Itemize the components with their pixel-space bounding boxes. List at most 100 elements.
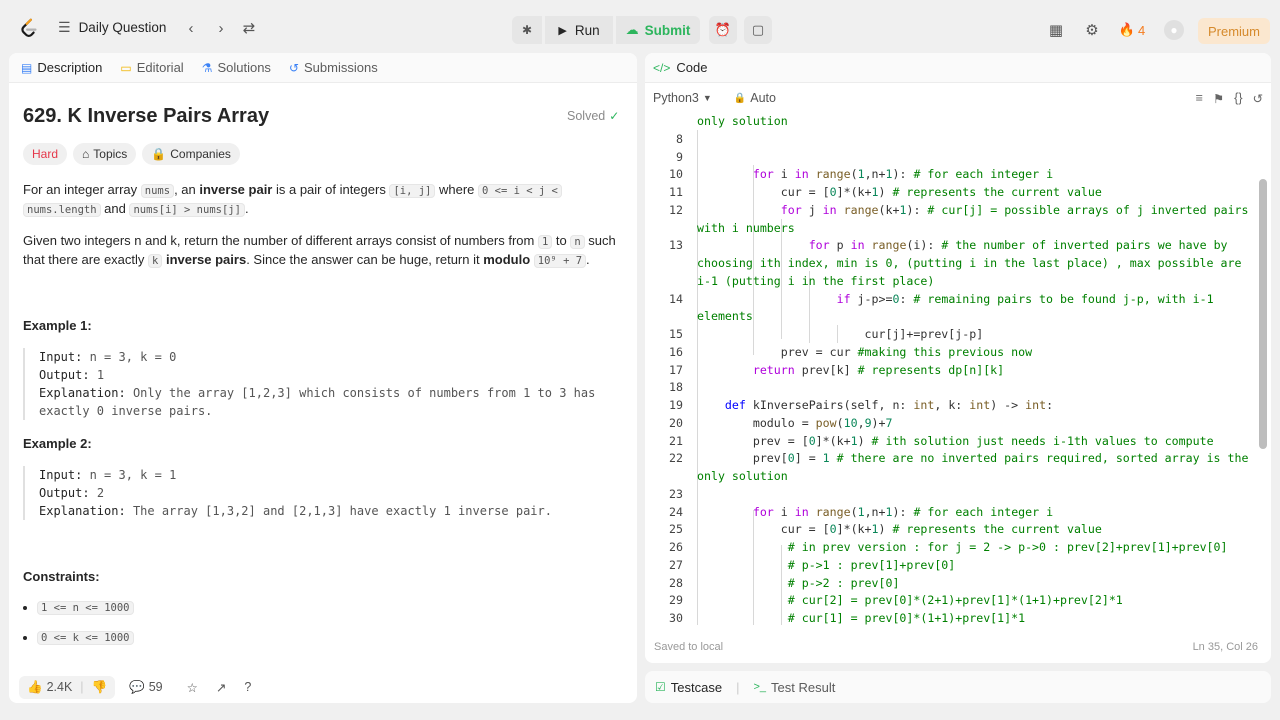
tab-testcase[interactable]: ☑ Testcase	[655, 680, 722, 695]
reset-icon[interactable]: ↺	[1253, 91, 1263, 106]
code-line[interactable]: 11 cur = [0]*(k+1) # represents the curr…	[645, 184, 1257, 201]
code-line[interactable]: 28 # p->2 : prev[0]	[645, 575, 1257, 592]
code-line[interactable]: 15 cur[j]+=prev[j-p]	[645, 326, 1257, 343]
tab-testcase-label: Testcase	[670, 679, 723, 695]
code-line[interactable]: 29 # cur[2] = prev[0]*(2+1)+prev[1]*(1+1…	[645, 592, 1257, 609]
line-number: 23	[669, 486, 683, 501]
bookmark-icon[interactable]: ⚑	[1213, 91, 1224, 106]
code-line[interactable]: 25 cur = [0]*(k+1) # represents the curr…	[645, 521, 1257, 538]
streak-counter[interactable]: 🔥 4	[1117, 21, 1147, 39]
notes-button[interactable]: ▢	[744, 16, 772, 44]
save-status: Saved to local	[654, 641, 724, 653]
comment-icon: 💬	[129, 679, 145, 694]
code-line[interactable]: only solution	[645, 113, 1257, 130]
tab-code[interactable]: Code	[676, 60, 707, 75]
code-line[interactable]: 14 if j-p>=0: # remaining pairs to be fo…	[645, 291, 1257, 308]
timer-button[interactable]: ⏰	[709, 16, 737, 44]
code-text: i-1 (putting i in the first place)	[697, 273, 935, 288]
code-line[interactable]: 8	[645, 131, 1257, 148]
debug-button[interactable]: ✱	[512, 16, 542, 44]
code-line[interactable]: 12 for j in range(k+1): # cur[j] = possi…	[645, 202, 1257, 219]
code-line[interactable]: 23	[645, 486, 1257, 503]
play-icon: ▶	[558, 24, 567, 37]
tab-submissions[interactable]: ↺ Submissions	[289, 60, 378, 75]
code-text: # cur[2] = prev[0]*(2+1)+prev[1]*(1+1)+p…	[787, 593, 1123, 608]
help-icon[interactable]: ?	[244, 680, 251, 694]
line-number: 24	[669, 504, 683, 519]
flask-icon: ⚗	[201, 60, 213, 75]
language-select[interactable]: Python3 ▼	[653, 91, 712, 105]
next-question-icon[interactable]: ›	[212, 19, 230, 37]
code-text: only solution	[697, 469, 788, 483]
user-icon: ●	[1170, 23, 1178, 37]
code-line[interactable]: 10 for i in range(1,n+1): # for each int…	[645, 166, 1257, 183]
constraint-item: 0 <= k <= 1000	[23, 631, 134, 645]
layout-grid-icon[interactable]: ▦	[1047, 21, 1065, 39]
prev-question-icon[interactable]: ‹	[182, 19, 200, 37]
history-icon: ↺	[288, 60, 299, 75]
code-line[interactable]: 21 prev = [0]*(k+1) # ith solution just …	[645, 433, 1257, 450]
daily-question-nav[interactable]: ☰ Daily Question	[58, 19, 166, 36]
submit-button[interactable]: ☁ Submit	[616, 16, 700, 44]
code-line[interactable]: 16 prev = cur #making this previous now	[645, 344, 1257, 361]
thumbs-down-icon[interactable]: 👎	[92, 680, 108, 695]
line-number: 26	[669, 540, 683, 554]
tab-editorial-label: Editorial	[136, 60, 184, 75]
lock-icon: 🔒	[151, 147, 167, 161]
auto-mode[interactable]: 🔒 Auto	[734, 91, 776, 105]
solved-label: Solved	[567, 109, 606, 123]
checkbox-icon: ☑	[655, 680, 666, 694]
line-number: 22	[669, 451, 683, 466]
code-line[interactable]: i-1 (putting i in the first place)	[645, 273, 1257, 290]
problem-title[interactable]: 629. K Inverse Pairs Array	[23, 105, 269, 128]
code-line[interactable]: choosing ith index, min is 0, (putting i…	[645, 255, 1257, 272]
code-line[interactable]: 24 for i in range(1,n+1): # for each int…	[645, 504, 1257, 521]
run-button[interactable]: ▶ Run	[545, 16, 613, 44]
code-editor[interactable]: only solution 8 9 10 for i in range(1,n+1):…	[645, 113, 1257, 625]
document-icon: ▤	[21, 60, 33, 75]
code-line[interactable]: 9	[645, 149, 1257, 166]
leetcode-logo-icon[interactable]	[18, 17, 40, 39]
code-line[interactable]: 13 for p in range(i): # the number of in…	[645, 237, 1257, 254]
check-circle-icon: ✓	[609, 109, 620, 123]
format-icon[interactable]: ≡	[1196, 91, 1203, 106]
code-line[interactable]: with i numbers	[645, 220, 1257, 237]
editor-scrollbar[interactable]	[1259, 179, 1267, 449]
code-line[interactable]: 20 modulo = pow(10,9)+7	[645, 415, 1257, 432]
premium-button[interactable]: Premium	[1198, 18, 1270, 44]
code-line[interactable]: only solution	[645, 468, 1257, 485]
braces-icon[interactable]: {}	[1234, 91, 1242, 106]
code-line[interactable]: 30 # cur[1] = prev[0]*(1+1)+prev[1]*1	[645, 610, 1257, 625]
favorite-star-icon[interactable]: ☆	[187, 680, 198, 695]
comments-button[interactable]: 💬 59	[129, 680, 162, 695]
code-text: for i in range(1,n+1): # for each intege…	[752, 167, 1054, 182]
line-number: 8	[676, 131, 683, 146]
code-line[interactable]: 19 def kInversePairs(self, n: int, k: in…	[645, 397, 1257, 414]
code-text: elements	[697, 309, 753, 324]
description-panel: ▤ Description ▭ Editorial ⚗ Solutions ↺ …	[9, 53, 637, 703]
like-button[interactable]: 👍 2.4K | 👎	[19, 675, 116, 699]
tab-solutions[interactable]: ⚗ Solutions	[202, 60, 271, 75]
code-line[interactable]: 17 return prev[k] # represents dp[n][k]	[645, 362, 1257, 379]
avatar[interactable]: ●	[1164, 20, 1184, 40]
shuffle-icon[interactable]: ⇄	[240, 19, 258, 37]
code-line[interactable]: elements	[645, 308, 1257, 325]
companies-badge[interactable]: 🔒 Companies	[142, 143, 240, 165]
code-brackets-icon: </>	[653, 60, 671, 75]
tab-test-result[interactable]: >_ Test Result	[753, 680, 835, 695]
code-line[interactable]: 18	[645, 379, 1257, 396]
tab-editorial[interactable]: ▭ Editorial	[120, 60, 183, 75]
settings-gear-icon[interactable]: ⚙	[1083, 21, 1101, 39]
code-line[interactable]: 26 # in prev version : for j = 2 -> p->0…	[645, 539, 1257, 556]
tab-description[interactable]: ▤ Description	[21, 60, 102, 75]
code-text: for p in range(i): # the number of inver…	[808, 238, 1228, 253]
code-line[interactable]: 22 prev[0] = 1 # there are no inverted p…	[645, 450, 1257, 467]
code-line[interactable]: 27 # p->1 : prev[1]+prev[0]	[645, 557, 1257, 574]
line-number: 14	[669, 291, 683, 306]
code-text: def kInversePairs(self, n: int, k: int) …	[724, 398, 1054, 412]
comment-count: 59	[148, 680, 163, 694]
topics-badge[interactable]: ⌂ Topics	[73, 143, 137, 165]
solved-status: Solved ✓	[567, 109, 619, 123]
editor-actions: ≡ ⚑ {} ↺	[1196, 91, 1263, 106]
share-icon[interactable]: ↗	[216, 680, 226, 695]
